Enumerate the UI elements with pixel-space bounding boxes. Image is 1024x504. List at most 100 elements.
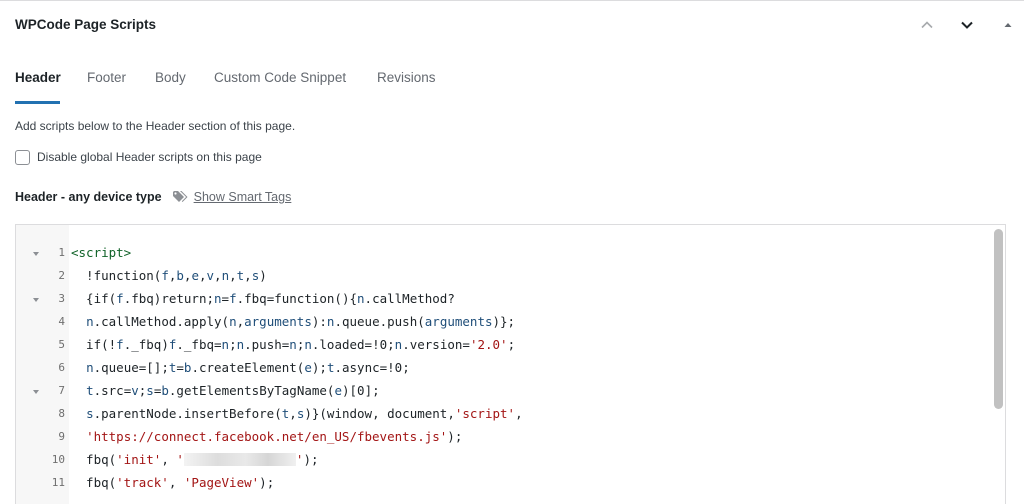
- code-token: 'script': [454, 406, 516, 421]
- line-number: 1: [58, 246, 65, 259]
- code-line[interactable]: 7 t.src=v;s=b.getElementsByTagName(e)[0]…: [16, 381, 991, 404]
- editor-scrollbar[interactable]: [994, 229, 1003, 409]
- code-line[interactable]: 3 {if(f.fbq)return;n=f.fbq=function(){n.…: [16, 289, 991, 312]
- code-text: n.callMethod.apply(n,arguments):n.queue.…: [71, 314, 515, 329]
- code-token: .version=: [402, 337, 470, 352]
- code-token: e: [191, 268, 199, 283]
- code-token: =: [176, 360, 184, 375]
- code-text: !function(f,b,e,v,n,t,s): [71, 268, 267, 283]
- tab-body[interactable]: Body: [155, 62, 186, 104]
- code-token: )[0];: [342, 383, 380, 398]
- code-token: 'track': [116, 475, 169, 490]
- code-token: 'https://connect.facebook.net/en_US/fbev…: [86, 429, 448, 444]
- code-token: !function(: [71, 268, 162, 283]
- triangle-up-icon: [1004, 23, 1012, 27]
- move-up-button[interactable]: [915, 13, 939, 37]
- code-line[interactable]: 5 if(!f._fbq)f._fbq=n;n.push=n;n.loaded=…: [16, 335, 991, 358]
- code-token: n: [221, 268, 230, 283]
- code-token: 'PageView': [183, 475, 260, 490]
- code-token: ): [259, 268, 267, 283]
- code-line[interactable]: 11 fbq('track', 'PageView');: [16, 473, 991, 496]
- line-number: 8: [58, 407, 65, 420]
- code-line[interactable]: 9 'https://connect.facebook.net/en_US/fb…: [16, 427, 991, 450]
- code-token: 'init': [116, 452, 162, 467]
- code-token: .getElementsByTagName(: [168, 383, 335, 398]
- code-token: s: [146, 383, 154, 398]
- code-token: s: [86, 406, 94, 421]
- code-line[interactable]: 10 fbq('init', ' ');: [16, 450, 991, 473]
- code-token: ,: [229, 268, 237, 283]
- disable-global-scripts-checkbox[interactable]: [15, 149, 30, 165]
- code-token: ,: [515, 406, 523, 421]
- code-token: n: [229, 314, 237, 329]
- code-token: e: [304, 360, 312, 375]
- code-token: .push=: [244, 337, 290, 352]
- fold-arrow-icon[interactable]: [32, 251, 40, 257]
- disable-global-scripts-row: Disable global Header scripts on this pa…: [15, 149, 262, 165]
- code-token: );: [303, 452, 319, 467]
- code-token: v: [206, 268, 215, 283]
- panel-title: WPCode Page Scripts: [15, 17, 157, 32]
- tab-revisions[interactable]: Revisions: [377, 62, 436, 104]
- code-token: {if(: [71, 291, 117, 306]
- panel-header: WPCode Page Scripts: [0, 1, 1024, 49]
- show-smart-tags-link[interactable]: Show Smart Tags: [194, 190, 292, 204]
- code-line[interactable]: 1 <script>: [16, 243, 991, 266]
- code-text: <script>: [71, 245, 131, 260]
- code-token: n: [86, 360, 94, 375]
- code-token: n: [86, 314, 94, 329]
- field-header-row: Header - any device type Show Smart Tags: [15, 188, 291, 206]
- code-token: n: [236, 337, 245, 352]
- code-token: .async=!0;: [334, 360, 410, 375]
- code-token: f: [116, 291, 124, 306]
- code-token: .loaded=!0;: [311, 337, 395, 352]
- code-token: ._fbq=: [176, 337, 222, 352]
- code-token: .fbq=function(){: [236, 291, 358, 306]
- code-token: b: [161, 383, 169, 398]
- fold-arrow-icon[interactable]: [32, 297, 40, 303]
- chevron-down-icon: [961, 21, 973, 29]
- code-token: n: [357, 291, 365, 306]
- code-line[interactable]: 2 !function(f,b,e,v,n,t,s): [16, 266, 991, 289]
- line-number: 2: [58, 269, 65, 282]
- line-number: 7: [58, 384, 65, 397]
- line-number: 11: [51, 476, 65, 489]
- tab-header[interactable]: Header: [15, 62, 61, 104]
- code-token: ;: [229, 337, 237, 352]
- code-token: ,: [168, 475, 184, 490]
- code-text: {if(f.fbq)return;n=f.fbq=function(){n.ca…: [71, 291, 455, 306]
- code-token: e: [334, 383, 342, 398]
- tab-footer[interactable]: Footer: [87, 62, 126, 104]
- code-token: arguments: [244, 314, 312, 329]
- code-line[interactable]: 6 n.queue=[];t=b.createElement(e);t.asyn…: [16, 358, 991, 381]
- code-token: ):: [311, 314, 327, 329]
- redacted-value: [183, 453, 296, 466]
- code-token: f: [229, 291, 237, 306]
- code-line[interactable]: 4 n.callMethod.apply(n,arguments):n.queu…: [16, 312, 991, 335]
- code-token: ,: [236, 314, 245, 329]
- disable-global-scripts-label[interactable]: Disable global Header scripts on this pa…: [37, 150, 262, 164]
- tag-icon[interactable]: [172, 189, 192, 205]
- line-number: 3: [58, 292, 65, 305]
- chevron-up-icon: [921, 21, 933, 29]
- code-token: .src=: [93, 383, 132, 398]
- move-down-button[interactable]: [955, 13, 979, 37]
- code-token: b: [176, 268, 184, 283]
- line-number: 5: [58, 338, 65, 351]
- fold-arrow-icon[interactable]: [32, 389, 40, 395]
- code-token: n: [304, 337, 312, 352]
- code-token: if(!: [71, 337, 117, 352]
- tab-custom-code-snippet[interactable]: Custom Code Snippet: [214, 62, 346, 104]
- code-token: );: [259, 475, 275, 490]
- code-editor[interactable]: 1 <script> 2 !function(f,b,e,v,n,t,s) 3 {if…: [15, 224, 1006, 504]
- code-line[interactable]: 8 s.parentNode.insertBefore(t,s)}(window…: [16, 404, 991, 427]
- code-token: '2.0': [469, 337, 508, 352]
- code-token: n: [289, 337, 297, 352]
- toggle-panel-button[interactable]: [996, 13, 1020, 37]
- code-token: .fbq)return;: [123, 291, 214, 306]
- code-token: f: [161, 268, 169, 283]
